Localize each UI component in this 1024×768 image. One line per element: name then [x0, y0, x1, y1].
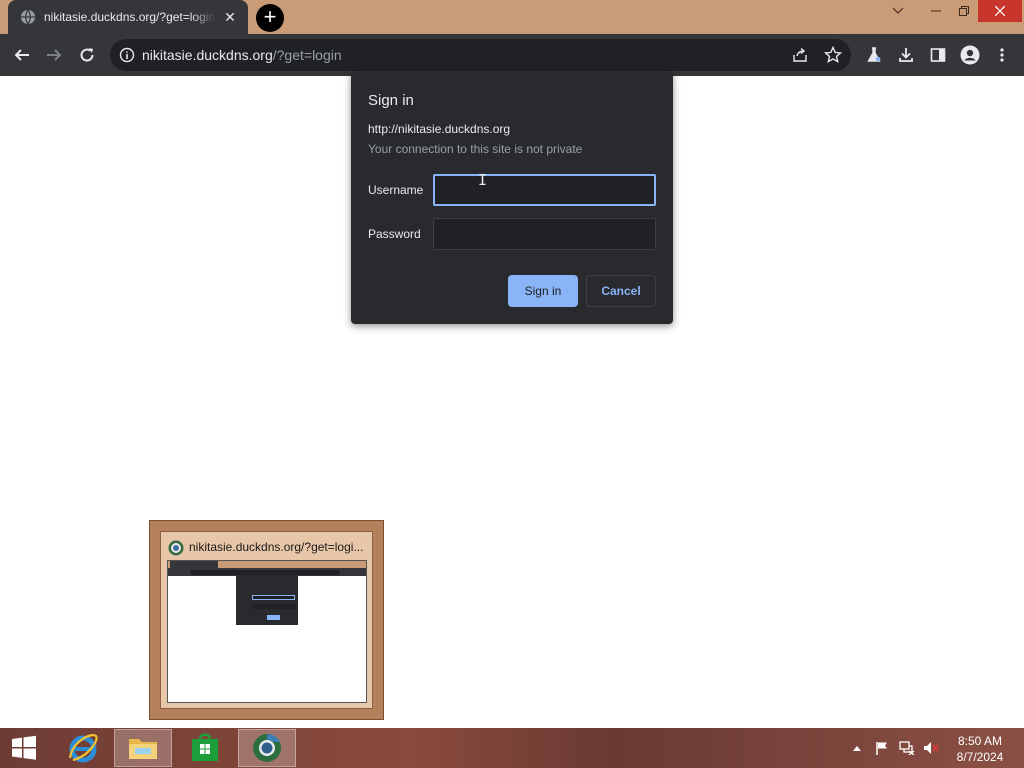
share-icon[interactable]	[792, 47, 808, 63]
labs-flask-icon[interactable]	[862, 43, 886, 67]
site-info-icon[interactable]	[119, 47, 135, 63]
tab-strip: nikitasie.duckdns.org/?get=login ✕ +	[0, 0, 1024, 34]
show-hidden-icons-icon[interactable]	[850, 728, 864, 768]
side-panel-icon[interactable]	[926, 43, 950, 67]
windows-logo-icon	[12, 735, 36, 760]
sign-in-button[interactable]: Sign in	[508, 275, 578, 307]
dialog-origin: http://nikitasie.duckdns.org	[368, 122, 511, 136]
tab-title: nikitasie.duckdns.org/?get=login	[44, 10, 216, 24]
back-arrow-icon[interactable]	[10, 43, 34, 67]
taskbar-clock[interactable]: 8:50 AM 8/7/2024	[950, 733, 1010, 765]
browser-toolbar: nikitasie.duckdns.org/?get=login	[0, 34, 1024, 76]
volume-muted-icon[interactable]	[920, 728, 942, 768]
forward-arrow-icon[interactable]	[42, 43, 66, 67]
cancel-button[interactable]: Cancel	[586, 275, 656, 307]
network-icon[interactable]	[896, 728, 918, 768]
profile-avatar-icon[interactable]	[958, 43, 982, 67]
chrome-icon	[168, 540, 184, 556]
action-center-flag-icon[interactable]	[872, 728, 892, 768]
windows-store-icon[interactable]	[176, 729, 234, 767]
thumbnail-title: nikitasie.duckdns.org/?get=logi...	[189, 540, 364, 554]
restore-button[interactable]	[950, 0, 978, 22]
reload-icon[interactable]	[75, 43, 99, 67]
bookmark-star-icon[interactable]	[824, 46, 842, 64]
dialog-title: Sign in	[368, 92, 414, 109]
thumbnail-tabstrip	[168, 561, 366, 568]
taskbar-thumbnail-preview[interactable]: nikitasie.duckdns.org/?get=logi...	[149, 520, 384, 720]
chrome-taskbar-icon[interactable]	[238, 729, 296, 767]
internet-explorer-icon[interactable]	[54, 729, 112, 767]
start-button[interactable]	[0, 729, 48, 767]
minimize-button[interactable]	[922, 0, 950, 22]
tab-search-chevron-icon[interactable]	[884, 0, 912, 22]
thumbnail-frame: nikitasie.duckdns.org/?get=logi...	[160, 531, 373, 709]
text-cursor-icon: I	[478, 171, 488, 189]
browser-tab[interactable]: nikitasie.duckdns.org/?get=login ✕	[8, 0, 248, 34]
address-text: nikitasie.duckdns.org/?get=login	[142, 47, 342, 63]
password-label: Password	[368, 227, 421, 241]
sign-in-dialog: Sign in http://nikitasie.duckdns.org You…	[351, 72, 673, 324]
password-field[interactable]	[433, 218, 656, 250]
window-close-button[interactable]	[978, 0, 1022, 22]
new-tab-button[interactable]: +	[256, 4, 284, 32]
address-bar[interactable]: nikitasie.duckdns.org/?get=login	[110, 39, 851, 71]
thumbnail-username-field	[252, 595, 295, 600]
username-field[interactable]	[433, 174, 656, 206]
dialog-privacy-warning: Your connection to this site is not priv…	[368, 142, 583, 156]
clock-date: 8/7/2024	[956, 750, 1004, 764]
thumbnail-screenshot	[167, 560, 367, 703]
username-label: Username	[368, 183, 424, 197]
file-explorer-icon[interactable]	[114, 729, 172, 767]
thumbnail-password-field	[252, 604, 295, 609]
clock-time: 8:50 AM	[957, 734, 1003, 748]
windows-taskbar: 8:50 AM 8/7/2024	[0, 728, 1024, 768]
globe-icon	[21, 9, 35, 25]
thumbnail-signin-button	[267, 615, 280, 620]
tab-close-icon[interactable]: ✕	[222, 9, 238, 25]
kebab-menu-icon[interactable]	[990, 43, 1014, 67]
download-icon[interactable]	[894, 43, 918, 67]
